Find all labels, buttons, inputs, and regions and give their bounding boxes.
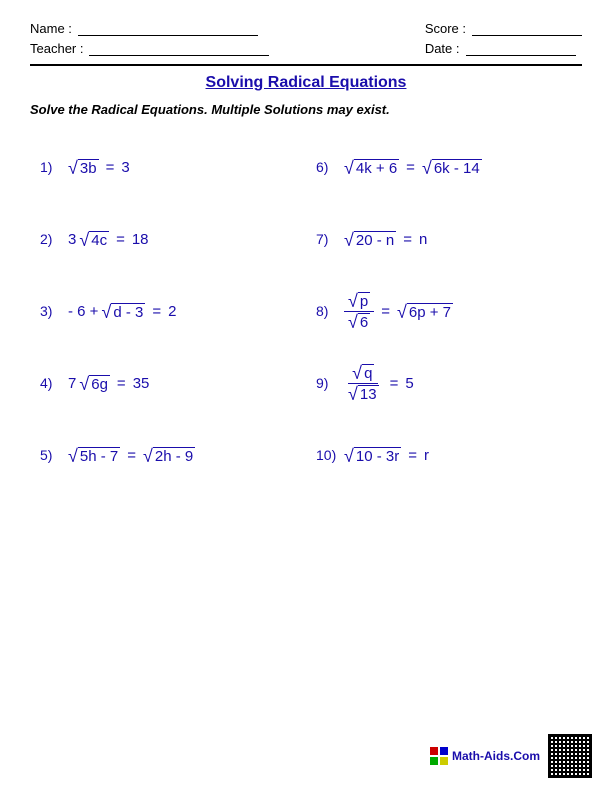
radical-6b: √ 6k - 14 <box>422 158 482 177</box>
problem-5: 5) √ 5h - 7 = √ 2h - 9 <box>30 419 306 491</box>
problem-8-num: 8) <box>316 303 338 319</box>
radical-5b: √ 2h - 9 <box>143 446 195 465</box>
radical-3: √ d - 3 <box>101 302 145 321</box>
problem-3-math: - 6 + √ d - 3 = 2 <box>68 302 176 321</box>
problem-9: 9) √ q √ 13 = <box>306 347 582 419</box>
problem-10: 10) √ 10 - 3r = r <box>306 419 582 491</box>
fraction-8: √ p √ 6 <box>344 291 374 332</box>
problem-6-math: √ 4k + 6 = √ 6k - 14 <box>344 158 482 177</box>
date-field: Date : <box>425 40 582 56</box>
problem-5-num: 5) <box>40 447 62 463</box>
problem-9-math: √ q √ 13 = 5 <box>344 363 414 404</box>
radical-9a: √ q <box>352 363 374 382</box>
score-label: Score : <box>425 21 466 36</box>
problem-8: 8) √ p √ 6 = <box>306 275 582 347</box>
header-divider <box>30 64 582 66</box>
name-label: Name : <box>30 21 72 36</box>
date-label: Date : <box>425 41 460 56</box>
footer-text: Math-Aids.Com <box>452 749 540 763</box>
name-line <box>78 20 258 36</box>
math-aids-logo: Math-Aids.Com <box>430 747 540 765</box>
date-line <box>466 40 576 56</box>
problem-7-math: √ 20 - n = n <box>344 230 427 249</box>
problem-10-math: √ 10 - 3r = r <box>344 446 429 465</box>
problem-4: 4) 7 √ 6g = 35 <box>30 347 306 419</box>
problem-4-num: 4) <box>40 375 62 391</box>
footer: Math-Aids.Com <box>430 734 592 778</box>
problem-7-num: 7) <box>316 231 338 247</box>
teacher-label: Teacher : <box>30 41 83 56</box>
problem-9-num: 9) <box>316 375 338 391</box>
teacher-line <box>89 40 269 56</box>
logo-icon <box>430 747 448 765</box>
problem-7: 7) √ 20 - n = n <box>306 203 582 275</box>
problem-2: 2) 3 √ 4c = 18 <box>30 203 306 275</box>
radical-6a: √ 4k + 6 <box>344 158 399 177</box>
radical-5a: √ 5h - 7 <box>68 446 120 465</box>
fraction-9: √ q √ 13 <box>344 363 383 404</box>
radical-8a: √ p <box>348 291 370 310</box>
radical-4: √ 6g <box>79 374 110 393</box>
page-title: Solving Radical Equations <box>30 74 582 92</box>
radical-2: √ 4c <box>79 230 109 249</box>
problem-10-num: 10) <box>316 447 338 463</box>
problem-6-num: 6) <box>316 159 338 175</box>
header: Name : Teacher : Score : Date : <box>30 20 582 56</box>
score-field: Score : <box>425 20 582 36</box>
name-field: Name : <box>30 20 269 36</box>
problem-1-math: √ 3b = 3 <box>68 158 130 177</box>
instructions-text: Solve the Radical Equations. Multiple So… <box>30 102 582 117</box>
problems-grid: 1) √ 3b = 3 6) √ 4k + 6 = √ <box>30 131 582 491</box>
problem-1-num: 1) <box>40 159 62 175</box>
radical-8c: √ 6p + 7 <box>397 302 453 321</box>
radical-10: √ 10 - 3r <box>344 446 401 465</box>
problem-2-math: 3 √ 4c = 18 <box>68 230 149 249</box>
problem-2-num: 2) <box>40 231 62 247</box>
qr-code <box>548 734 592 778</box>
problem-1: 1) √ 3b = 3 <box>30 131 306 203</box>
problem-6: 6) √ 4k + 6 = √ 6k - 14 <box>306 131 582 203</box>
problem-5-math: √ 5h - 7 = √ 2h - 9 <box>68 446 195 465</box>
header-right: Score : Date : <box>425 20 582 56</box>
problem-3: 3) - 6 + √ d - 3 = 2 <box>30 275 306 347</box>
radical-8b: √ 6 <box>348 312 370 331</box>
score-line <box>472 20 582 36</box>
header-left: Name : Teacher : <box>30 20 269 56</box>
problem-3-num: 3) <box>40 303 62 319</box>
problem-8-math: √ p √ 6 = √ 6p + 7 <box>344 291 453 332</box>
radical-9b: √ 13 <box>348 384 379 403</box>
radical-1: √ 3b <box>68 158 99 177</box>
problem-4-math: 7 √ 6g = 35 <box>68 374 149 393</box>
teacher-field: Teacher : <box>30 40 269 56</box>
radical-7: √ 20 - n <box>344 230 396 249</box>
worksheet-page: Name : Teacher : Score : Date : Solving … <box>0 0 612 792</box>
